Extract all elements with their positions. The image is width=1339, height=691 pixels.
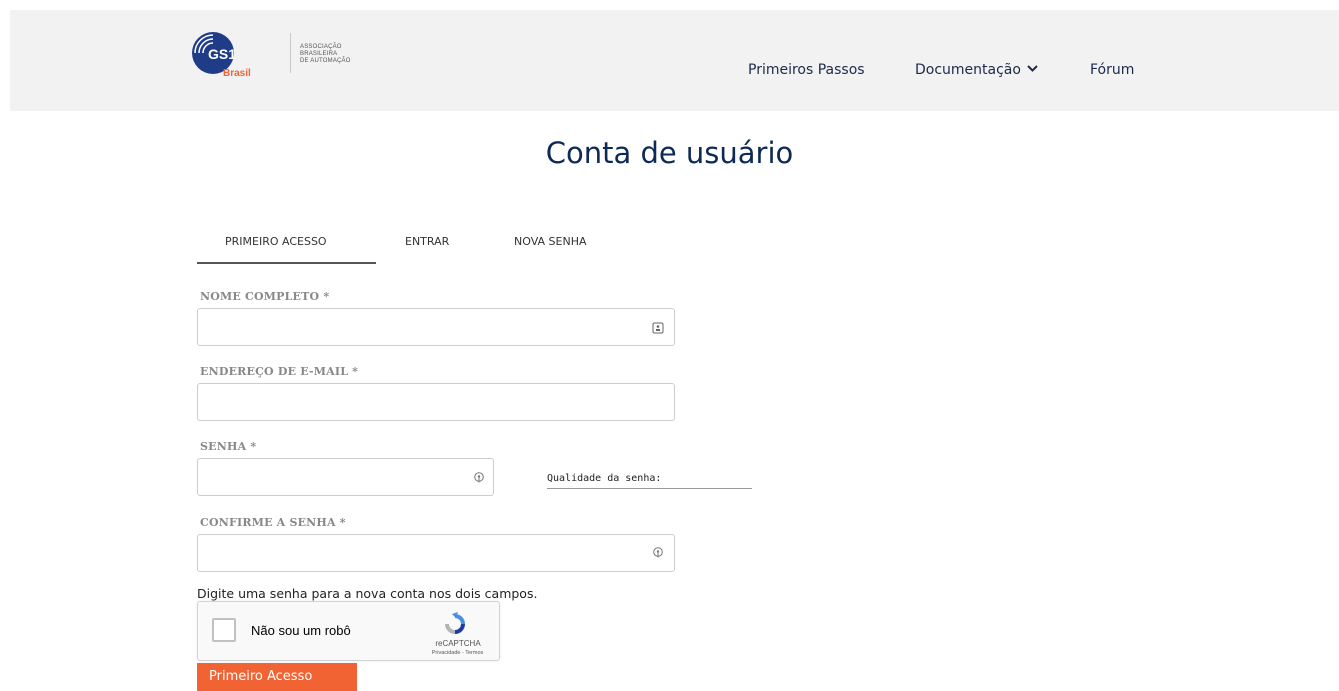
primeiro-acesso-submit-button[interactable]: Primeiro Acesso <box>197 663 357 691</box>
nav-documentacao-label: Documentação <box>915 62 1021 78</box>
password-quality-label: Qualidade da senha: <box>547 473 662 484</box>
gs1-logo-icon: GS1 Brasil <box>192 32 251 79</box>
gs1-brasil-logo[interactable]: GS1 Brasil ASSOCIAÇÃO BRASILEIRA DE AUTO… <box>187 30 387 88</box>
password-label: SENHA * <box>200 440 257 453</box>
contact-card-icon <box>652 322 664 334</box>
password-strength-bar <box>547 488 752 489</box>
logo-tagline-line: ASSOCIAÇÃO <box>300 44 342 50</box>
logo-tagline: ASSOCIAÇÃO BRASILEIRA DE AUTOMAÇÃO <box>300 44 351 65</box>
full-name-input[interactable] <box>197 308 675 346</box>
nav-documentacao[interactable]: Documentação <box>915 62 1038 78</box>
key-icon[interactable] <box>652 547 664 559</box>
tab-entrar[interactable]: ENTRAR <box>405 235 449 248</box>
key-icon[interactable] <box>473 472 485 484</box>
nav-primeiros-passos[interactable]: Primeiros Passos <box>748 62 865 78</box>
tab-primeiro-acesso[interactable]: PRIMEIRO ACESSO <box>225 235 327 248</box>
page-title: Conta de usuário <box>545 136 794 170</box>
recaptcha-checkbox[interactable] <box>212 618 236 642</box>
email-input[interactable] <box>197 383 675 421</box>
svg-text:Brasil: Brasil <box>223 68 251 79</box>
recaptcha-label: Não sou um robô <box>251 623 351 638</box>
nav-forum[interactable]: Fórum <box>1090 62 1134 78</box>
recaptcha-widget: Não sou um robô reCAPTCHA Privacidade - … <box>197 601 500 661</box>
logo-divider <box>290 33 291 73</box>
recaptcha-logo-icon <box>445 612 465 634</box>
email-label: ENDEREÇO DE E-MAIL * <box>200 365 359 378</box>
confirm-password-input[interactable] <box>197 534 675 572</box>
recaptcha-links[interactable]: Privacidade - Termos <box>410 650 505 656</box>
logo-tagline-line: DE AUTOMAÇÃO <box>300 58 351 64</box>
active-tab-indicator <box>197 262 376 264</box>
chevron-down-icon <box>1027 65 1038 72</box>
svg-text:GS1: GS1 <box>208 46 236 62</box>
logo-tagline-line: BRASILEIRA <box>300 51 338 57</box>
recaptcha-brand: reCAPTCHA <box>435 639 481 648</box>
name-label: NOME COMPLETO * <box>200 290 330 303</box>
site-header: GS1 Brasil ASSOCIAÇÃO BRASILEIRA DE AUTO… <box>10 10 1339 111</box>
tab-nova-senha[interactable]: NOVA SENHA <box>514 235 587 248</box>
password-help-text: Digite uma senha para a nova conta nos d… <box>197 586 538 601</box>
password-input[interactable] <box>197 458 494 496</box>
confirm-password-label: CONFIRME A SENHA * <box>200 516 346 529</box>
